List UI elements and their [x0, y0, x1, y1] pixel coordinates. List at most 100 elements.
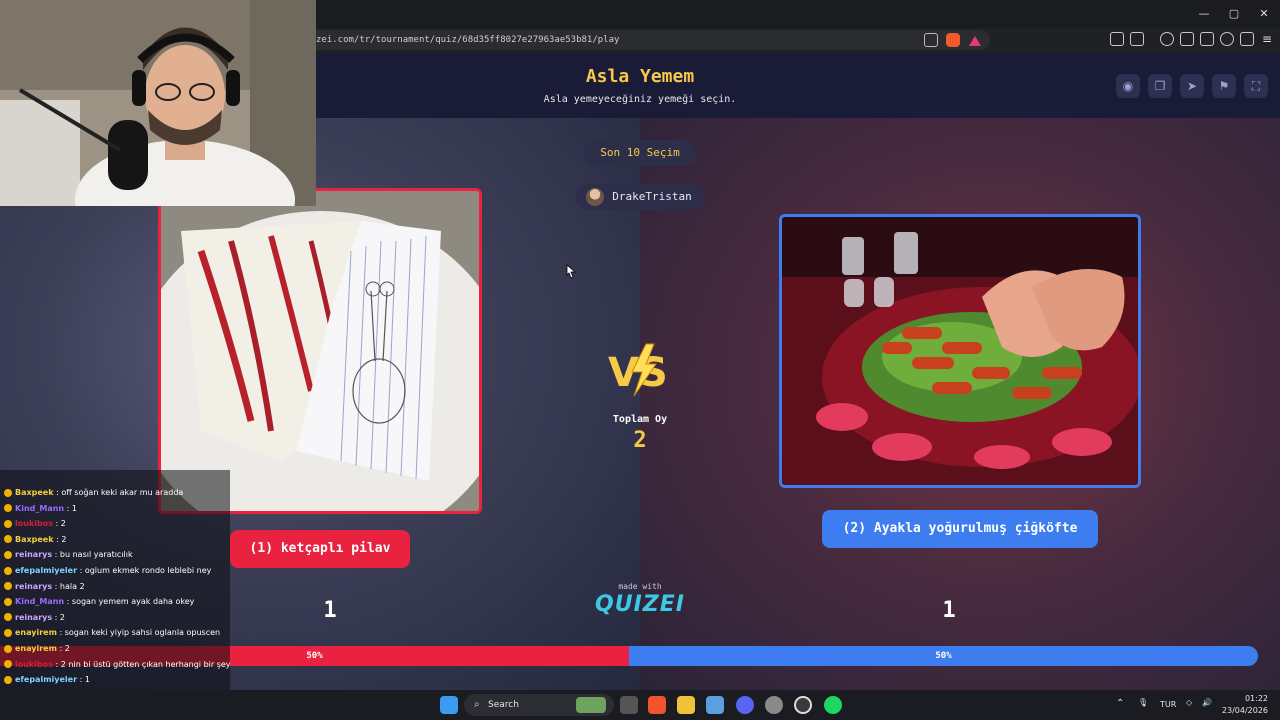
maximize-icon[interactable]: ▢ — [1226, 6, 1242, 22]
wallet-icon[interactable] — [1200, 32, 1214, 46]
task-view-icon[interactable] — [620, 696, 638, 714]
chat-text: : 2 — [52, 612, 66, 622]
user-name: DrakeTristan — [612, 190, 692, 203]
extensions-icon[interactable] — [1110, 32, 1124, 46]
option-right-votes: 1 — [942, 598, 956, 623]
search-label: Search — [488, 700, 519, 710]
chat-text: : 1 — [64, 503, 77, 513]
chat-username[interactable]: reinarys — [15, 582, 52, 591]
chat-message: loukibos : 2 — [4, 517, 66, 531]
brand-logo[interactable]: QUIZEI — [580, 592, 700, 617]
chat-badge-icon — [4, 488, 12, 497]
chat-text: : 1 — [77, 675, 90, 685]
search-icon: ⌕ — [474, 699, 480, 710]
chat-text: : off soğan keki akar mu aradda — [53, 488, 184, 497]
app-icon[interactable] — [706, 696, 724, 714]
made-with-label: made with — [618, 582, 662, 591]
chat-badge-icon — [4, 504, 12, 513]
chat-text: : 2 nin bi üstü götten çıkan herhangi bi… — [52, 659, 231, 669]
chat-message: enayirem : sogan keki yiyip sahsi oglanl… — [4, 626, 220, 640]
microphone-icon[interactable]: 🎙 — [1138, 698, 1148, 707]
screen: — ▢ ✕ zei.com/tr/tournament/quiz/68d35ff… — [0, 0, 1280, 720]
chat-username[interactable]: loukibos — [15, 519, 53, 528]
chat-text: : sogan yemem ayak daha okey — [64, 597, 195, 607]
chat-text: : 2 — [53, 534, 67, 544]
leo-icon[interactable] — [1220, 32, 1234, 46]
clock-time[interactable]: 01:22 — [1238, 694, 1268, 703]
send-icon[interactable]: ➤ — [1180, 74, 1204, 98]
vpn-icon[interactable] — [1240, 32, 1254, 46]
volume-icon[interactable]: 🔊 — [1202, 698, 1212, 707]
chat-username[interactable]: Kind_Mann — [15, 504, 64, 513]
eye-icon[interactable]: ◉ — [1116, 74, 1140, 98]
minimize-icon[interactable]: — — [1196, 6, 1212, 22]
chat-text: : bu nasıl yaratıcılık — [52, 550, 133, 560]
brave-icon[interactable] — [648, 696, 666, 714]
network-icon[interactable]: ◇ — [1186, 698, 1192, 707]
chat-text: : 2 — [56, 644, 70, 653]
file-explorer-icon[interactable] — [677, 696, 695, 714]
option-right-percent-bar: 50% — [629, 646, 1258, 666]
language-indicator[interactable]: TUR — [1160, 700, 1176, 709]
chevron-up-icon[interactable]: ⌃ — [1116, 698, 1124, 709]
chat-username[interactable]: enayirem — [15, 628, 57, 637]
discord-icon[interactable] — [736, 696, 754, 714]
option-right-button[interactable]: (2) Ayakla yoğurulmuş çiğköfte — [822, 510, 1098, 548]
chat-message: enayirem : 2 — [4, 642, 70, 656]
chat-message: Kind_Mann : 1 — [4, 502, 77, 516]
chat-badge-icon — [4, 550, 12, 559]
copy-icon[interactable]: ❐ — [1148, 74, 1172, 98]
option-left-button[interactable]: (1) ketçaplı pilav — [230, 530, 410, 568]
obs-icon[interactable] — [794, 696, 812, 714]
sidebar-icon[interactable] — [1180, 32, 1194, 46]
chat-message: Baxpeek : 2 — [4, 533, 66, 547]
flag-icon[interactable]: ⚑ — [1212, 74, 1236, 98]
brave-shield-icon[interactable] — [946, 33, 960, 47]
chat-text: : hala 2 — [52, 581, 85, 591]
fullscreen-icon[interactable]: ⛶ — [1244, 74, 1268, 98]
share-icon[interactable] — [924, 33, 938, 47]
chat-message: Baxpeek : off soğan keki akar mu aradda — [4, 486, 183, 500]
chat-text: : 2 — [52, 519, 66, 529]
last-choices-button[interactable]: Son 10 Seçim — [584, 140, 696, 166]
widget-icon[interactable] — [576, 697, 606, 713]
chat-username[interactable]: reinarys — [15, 613, 52, 622]
chat-username[interactable]: Kind_Mann — [15, 597, 64, 606]
start-icon[interactable] — [440, 696, 458, 714]
user-badge: DrakeTristan — [576, 184, 704, 210]
chat-badge-icon — [4, 660, 12, 669]
media-icon[interactable] — [1160, 32, 1174, 46]
option-left-image[interactable] — [158, 188, 482, 514]
chat-overlay: Baxpeek : off soğan keki akar mu aradda K… — [0, 470, 231, 720]
settings-icon[interactable] — [765, 696, 783, 714]
chat-username[interactable]: Baxpeek — [15, 535, 54, 544]
chat-badge-icon — [4, 597, 12, 606]
chat-username[interactable]: efepalmiyeler — [15, 675, 77, 684]
menu-icon[interactable]: ≡ — [1262, 32, 1276, 46]
mouse-cursor-icon — [564, 264, 577, 280]
chat-message: Kind_Mann : sogan yemem ayak daha okey — [4, 595, 194, 609]
webcam-feed — [0, 0, 316, 206]
spotify-icon[interactable] — [824, 696, 842, 714]
total-votes-value: 2 — [633, 428, 647, 453]
address-bar[interactable]: zei.com/tr/tournament/quiz/68d35ff8027e2… — [300, 30, 990, 50]
chat-text: : oglum ekmek rondo leblebi ney — [77, 566, 212, 575]
chat-username[interactable]: efepalmiyeler — [15, 566, 77, 575]
option-right-image[interactable] — [779, 214, 1141, 488]
chat-message: efepalmiyeler : oglum ekmek rondo lebleb… — [4, 564, 211, 578]
chat-username[interactable]: reinarys — [15, 550, 52, 559]
chat-username[interactable]: Baxpeek — [15, 488, 54, 497]
chat-username[interactable]: loukibos — [15, 660, 53, 669]
chat-username[interactable]: enayirem — [15, 644, 57, 653]
chat-text: : sogan keki yiyip sahsi oglanla opuscen — [56, 628, 221, 638]
total-votes-label: Toplam Oy — [612, 414, 668, 425]
chat-badge-icon — [4, 628, 12, 637]
rewards-icon[interactable] — [968, 33, 982, 47]
reader-icon[interactable] — [1130, 32, 1144, 46]
chat-message: efepalmiyeler : 1 — [4, 673, 90, 687]
close-icon[interactable]: ✕ — [1256, 6, 1272, 22]
vs-icon: VS — [606, 342, 674, 398]
chat-message: reinarys : hala 2 — [4, 580, 85, 594]
chat-message: reinarys : 2 — [4, 611, 65, 625]
clock-date[interactable]: 23/04/2026 — [1214, 706, 1268, 715]
